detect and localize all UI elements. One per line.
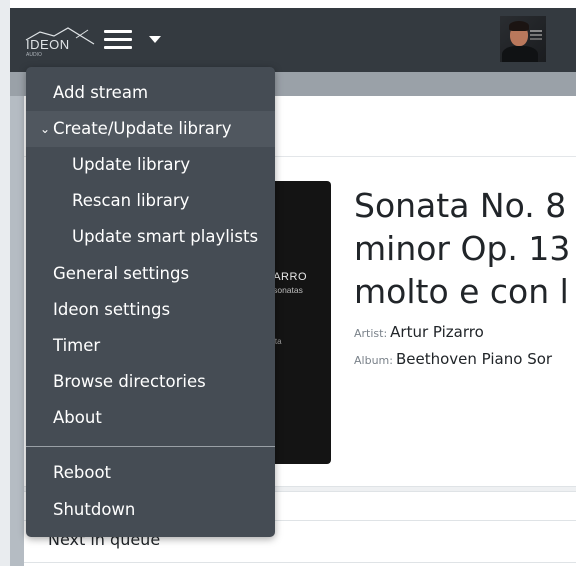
ideon-logo[interactable]: IDEON AUDIO xyxy=(24,24,102,58)
menu-item-timer[interactable]: Timer xyxy=(26,328,275,364)
menu-item-label: Browse directories xyxy=(53,372,206,391)
chevron-down-icon: ⌄ xyxy=(40,122,51,136)
caret-down-icon[interactable] xyxy=(149,36,161,43)
menu-item-label: General settings xyxy=(53,264,190,283)
menu-item-label: Update smart playlists xyxy=(72,227,259,246)
top-navbar: IDEON AUDIO xyxy=(10,8,576,72)
menu-item-label: Reboot xyxy=(53,463,112,482)
menu-item-label: About xyxy=(53,408,102,427)
ideon-logo-graphic: IDEON AUDIO xyxy=(25,27,95,58)
menu-item-update-smart-playlists[interactable]: Update smart playlists xyxy=(26,219,275,255)
menu-item-create-update-library[interactable]: ⌄ Create/Update library xyxy=(26,111,275,147)
menu-divider xyxy=(26,446,275,447)
menu-item-label: Shutdown xyxy=(53,500,136,519)
menu-item-browse-directories[interactable]: Browse directories xyxy=(26,364,275,400)
menu-item-label: Rescan library xyxy=(72,191,190,210)
menu-item-add-stream[interactable]: Add stream xyxy=(26,75,275,111)
logo-text: IDEON xyxy=(26,37,70,52)
window-top-edge xyxy=(0,0,576,8)
album-link[interactable]: Beethoven Piano Sor xyxy=(396,350,552,368)
menu-item-label: Timer xyxy=(53,336,101,355)
menu-item-rescan-library[interactable]: Rescan library xyxy=(26,183,275,219)
menu-item-shutdown[interactable]: Shutdown xyxy=(26,492,275,528)
artist-row: Artist: Artur Pizarro xyxy=(354,322,484,341)
menu-item-general-settings[interactable]: General settings xyxy=(26,256,275,292)
menu-item-label: Create/Update library xyxy=(53,119,232,138)
track-title: Sonata No. 8 minor Op. 13 molto e con l xyxy=(354,184,576,313)
menu-item-about[interactable]: About xyxy=(26,400,275,436)
artist-link[interactable]: Artur Pizarro xyxy=(390,323,484,341)
menu-item-label: Update library xyxy=(72,155,191,174)
window-left-edge xyxy=(0,0,10,566)
track-title-line: Sonata No. 8 xyxy=(354,186,567,225)
menu-item-ideon-settings[interactable]: Ideon settings xyxy=(26,292,275,328)
divider xyxy=(24,562,576,563)
track-title-line: minor Op. 13 xyxy=(354,229,571,268)
main-menu-dropdown: Add stream ⌄ Create/Update library Updat… xyxy=(26,67,275,537)
menu-item-label: Add stream xyxy=(53,83,149,102)
now-playing-thumbnail[interactable] xyxy=(500,16,546,62)
menu-item-reboot[interactable]: Reboot xyxy=(26,455,275,491)
album-row: Album: Beethoven Piano Sor xyxy=(354,349,552,368)
artist-key: Artist: xyxy=(354,327,388,340)
album-key: Album: xyxy=(354,354,393,367)
hamburger-menu-icon[interactable] xyxy=(104,30,132,52)
menu-item-label: Ideon settings xyxy=(53,300,171,319)
track-title-line: molto e con l xyxy=(354,272,569,311)
logo-subtext: AUDIO xyxy=(26,52,42,58)
menu-item-update-library[interactable]: Update library xyxy=(26,147,275,183)
